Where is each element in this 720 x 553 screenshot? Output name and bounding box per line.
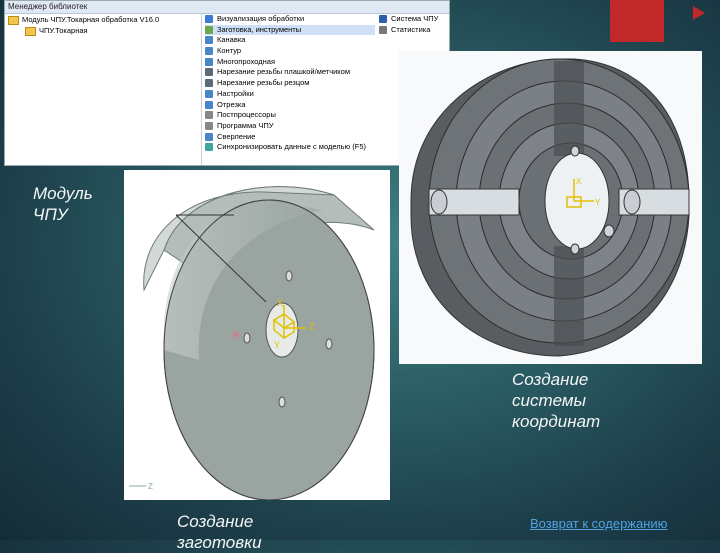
blank-model-image: X Z Y ✳ Z [124, 170, 390, 501]
nc-icon [379, 15, 387, 24]
command-thread-cutter[interactable]: Нарезание резьбы резцом [205, 78, 375, 89]
settings-icon [205, 89, 213, 98]
chuck-axis-x-label: X [576, 177, 582, 186]
drill-icon [205, 132, 213, 141]
sync-icon [205, 143, 213, 152]
tree-item-lathe[interactable]: ЧПУ.Токарная [5, 25, 201, 36]
command-cutoff[interactable]: Отрезка [205, 100, 375, 111]
command-label: Настройки [217, 88, 254, 98]
library-manager-window: Менеджер библиотек Модуль ЧПУ.Токарная о… [4, 0, 450, 166]
command-label: Система ЧПУ [391, 14, 439, 23]
command-label: Отрезка [217, 99, 246, 109]
decorative-red-tab [610, 0, 664, 42]
command-thread-die[interactable]: Нарезание резьбы плашкой/метчиком [205, 67, 375, 78]
arrow-icon [693, 6, 705, 20]
axis-y-label: Y [274, 340, 280, 350]
command-contour[interactable]: Контур [205, 46, 375, 57]
thread-cutter-icon [205, 79, 213, 88]
folder-icon [8, 15, 19, 25]
caption-coordinate-system: Создание системы координат [512, 370, 601, 431]
library-window-title: Менеджер библиотек [5, 1, 449, 14]
axis-x-label: X [277, 298, 283, 308]
postprocessor-icon [205, 111, 213, 120]
command-label: Программа ЧПУ [217, 120, 274, 130]
chuck-drawing: X Y [410, 58, 690, 357]
groove-icon [205, 36, 213, 45]
tree-item-module[interactable]: Модуль ЧПУ.Токарная обработка V16.0 [5, 14, 201, 25]
cutoff-icon [205, 100, 213, 109]
stats-icon [379, 25, 387, 34]
tree-item-label: ЧПУ.Токарная [39, 26, 88, 35]
program-icon [205, 121, 213, 130]
command-postprocessors[interactable]: Постпроцессоры [205, 110, 375, 121]
visualize-icon [205, 15, 213, 24]
command-label: Статистика [391, 24, 431, 34]
blank-disk-drawing: X Z Y ✳ Z [129, 186, 375, 501]
caption-module: Модуль ЧПУ [33, 184, 93, 224]
command-label: Сверление [217, 131, 256, 141]
command-groove[interactable]: Канавка [205, 35, 375, 46]
back-to-contents-link[interactable]: Возврат к содержанию [530, 516, 667, 531]
command-statistics[interactable]: Статистика [379, 25, 449, 36]
folder-icon [25, 26, 36, 36]
command-label: Контур [217, 46, 242, 56]
global-axes-icon: Z [129, 482, 153, 491]
thread-die-icon [205, 68, 213, 77]
chuck-axis-y-label: Y [595, 198, 601, 207]
library-tree: Модуль ЧПУ.Токарная обработка V16.0 ЧПУ.… [5, 14, 202, 165]
command-visualize[interactable]: Визуализация обработки [205, 14, 375, 25]
command-label: Синхронизировать данные с моделью (F5) [217, 142, 366, 152]
command-blank-tools[interactable]: Заготовка, инструменты [205, 24, 375, 36]
command-nc-program[interactable]: Программа ЧПУ [205, 121, 375, 132]
caption-blank: Создание заготовки [177, 512, 262, 552]
multipass-icon [205, 57, 213, 66]
library-side-commands: Система ЧПУ Статистика [379, 14, 449, 35]
command-drill[interactable]: Сверление [205, 132, 375, 143]
command-label: Многопроходная [217, 56, 276, 66]
command-label: Постпроцессоры [217, 110, 276, 120]
chuck-model-image: X Y [399, 51, 702, 364]
library-commands: Визуализация обработки Заготовка, инстру… [205, 14, 375, 153]
contour-icon [205, 47, 213, 56]
command-label: Нарезание резьбы резцом [217, 78, 310, 88]
command-label: Канавка [217, 35, 246, 45]
command-nc-system[interactable]: Система ЧПУ [379, 14, 449, 25]
command-sync[interactable]: Синхронизировать данные с моделью (F5) [205, 142, 375, 153]
origin-mark-icon: ✳ [230, 327, 242, 343]
axis-z-label: Z [309, 322, 315, 332]
command-label: Заготовка, инструменты [217, 24, 302, 34]
blank-icon [205, 25, 213, 34]
command-settings[interactable]: Настройки [205, 89, 375, 100]
command-label: Визуализация обработки [217, 14, 305, 23]
command-label: Нарезание резьбы плашкой/метчиком [217, 67, 350, 77]
tree-item-label: Модуль ЧПУ.Токарная обработка V16.0 [22, 15, 160, 24]
global-axis-z-label: Z [148, 482, 153, 491]
command-multipass[interactable]: Многопроходная [205, 57, 375, 68]
